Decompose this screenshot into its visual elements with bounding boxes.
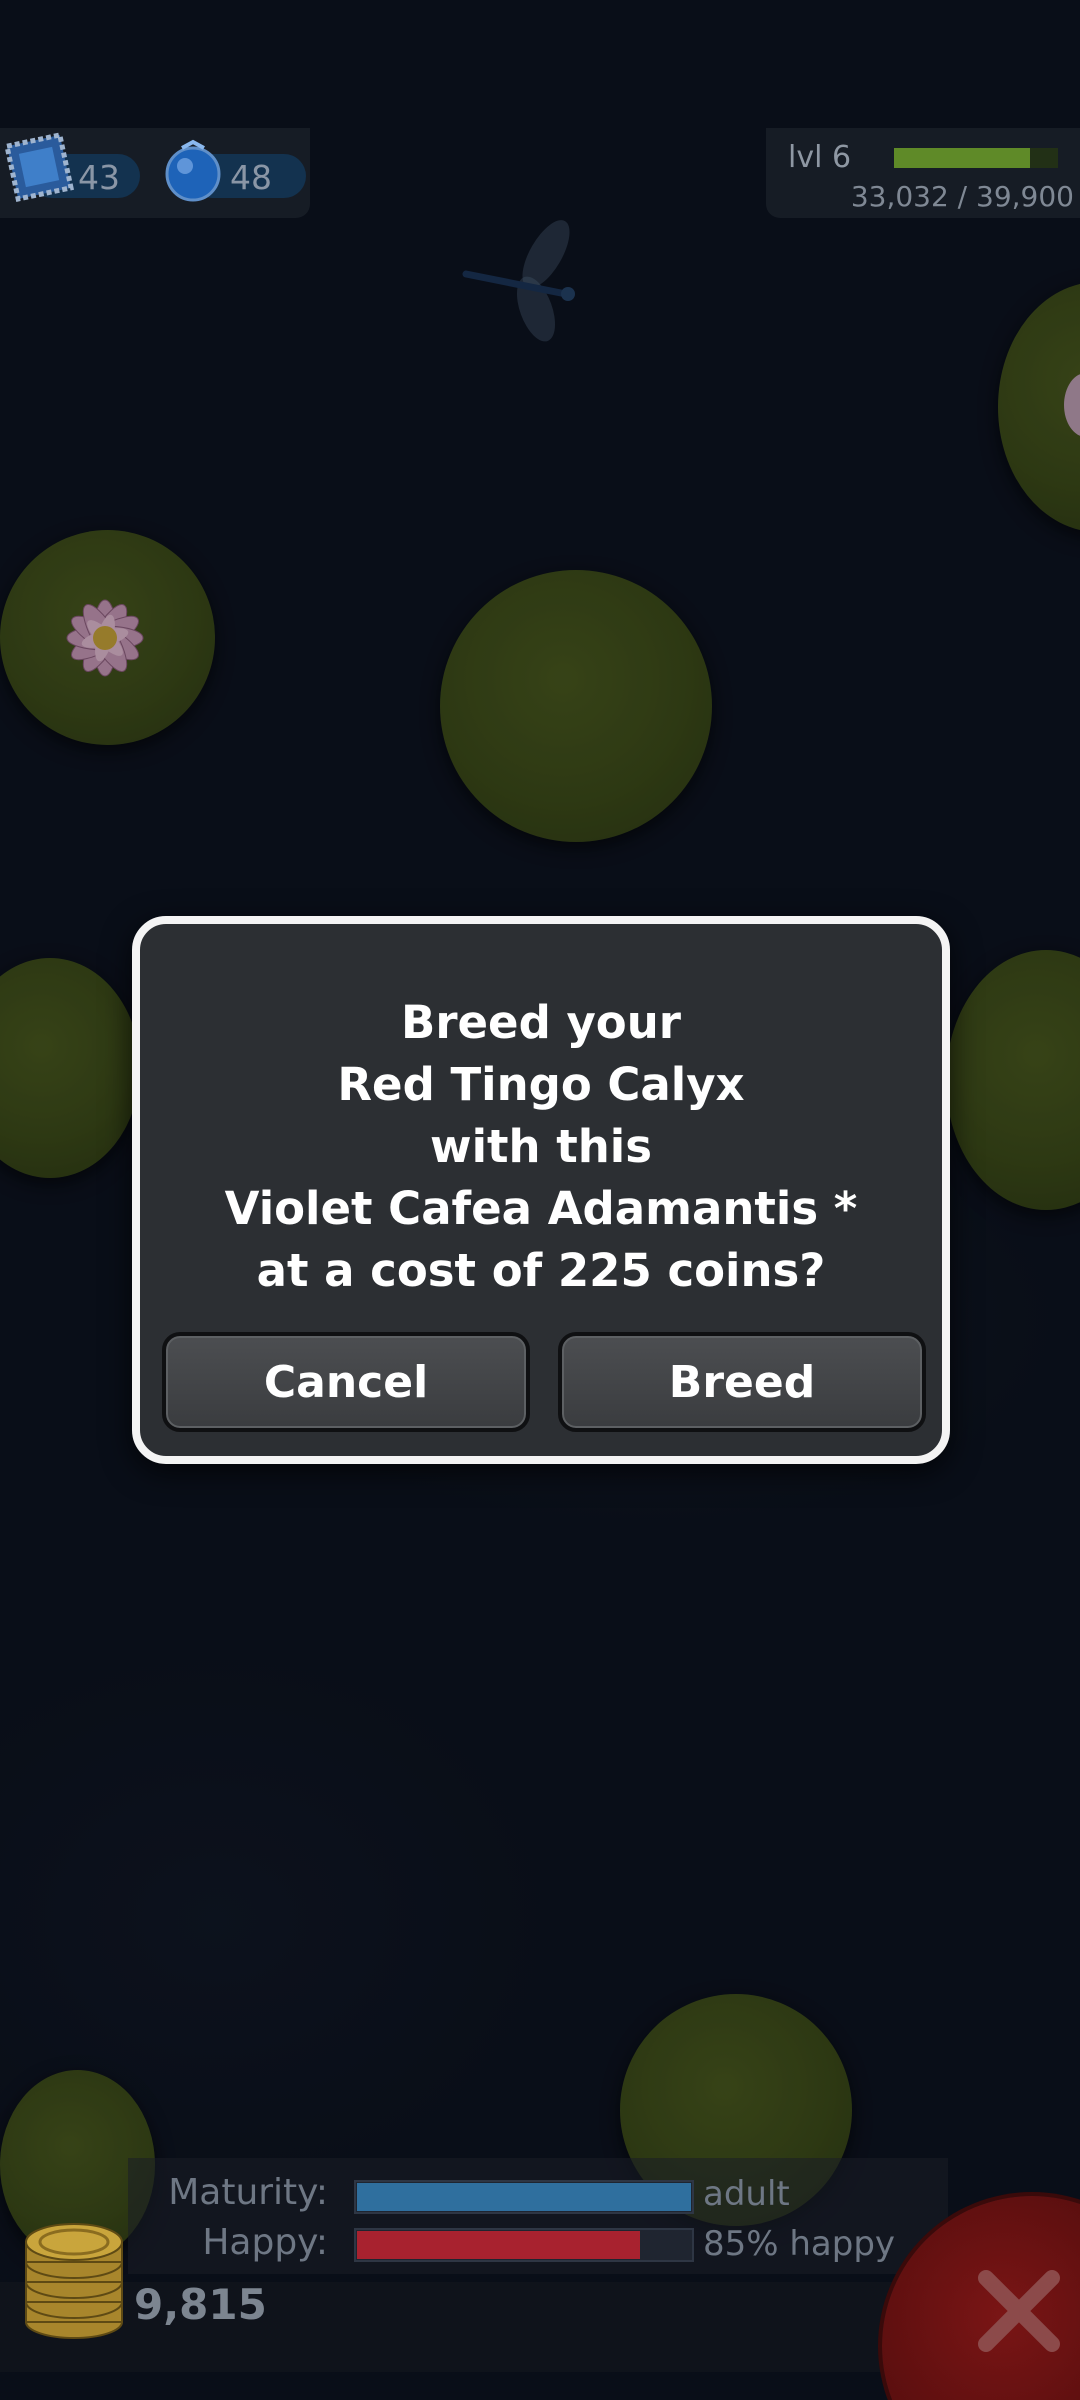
breed-confirm-dialog: Breed your Red Tingo Calyx with this Vio… (132, 916, 950, 1464)
stamp-count: 43 (78, 158, 120, 197)
xp-progress-bar (894, 148, 1058, 168)
dialog-line: Violet Cafea Adamantis * (224, 1182, 858, 1235)
xp-progress-fill (894, 148, 1030, 168)
resource-hud: 43 48 (0, 128, 310, 218)
game-scene: 43 48 lvl 6 33,032 / 39,900 Breed your R… (0, 0, 1080, 2400)
maturity-label: Maturity: (168, 2172, 328, 2213)
maturity-bar (354, 2180, 694, 2214)
fish-status-panel: Maturity: adult Happy: 85% happy (128, 2158, 948, 2274)
dialog-message: Breed your Red Tingo Calyx with this Vio… (140, 992, 942, 1302)
dialog-line: at a cost of 225 coins? (256, 1244, 826, 1297)
breed-button[interactable]: Breed (558, 1332, 926, 1432)
happy-bar-fill (357, 2231, 640, 2259)
dialog-line: with this (430, 1120, 652, 1173)
cancel-button[interactable]: Cancel (162, 1332, 530, 1432)
happy-value: 85% happy (703, 2224, 896, 2264)
happy-bar (354, 2228, 694, 2262)
close-x-icon (978, 2270, 1060, 2352)
dialog-line: Red Tingo Calyx (337, 1058, 745, 1111)
happy-label: Happy: (202, 2222, 328, 2263)
level-hud[interactable]: lvl 6 33,032 / 39,900 (766, 128, 1080, 218)
dialog-line: Breed your (401, 996, 681, 1049)
level-label: lvl 6 (788, 140, 852, 175)
blue-stamp-icon[interactable] (2, 130, 76, 204)
blue-orb-icon[interactable] (160, 138, 226, 204)
coin-stack-icon[interactable] (22, 2218, 126, 2342)
coin-count: 9,815 (134, 2280, 267, 2329)
maturity-value: adult (703, 2174, 790, 2214)
orb-count: 48 (230, 158, 272, 197)
maturity-bar-fill (357, 2183, 691, 2211)
xp-text: 33,032 / 39,900 (850, 180, 1074, 213)
